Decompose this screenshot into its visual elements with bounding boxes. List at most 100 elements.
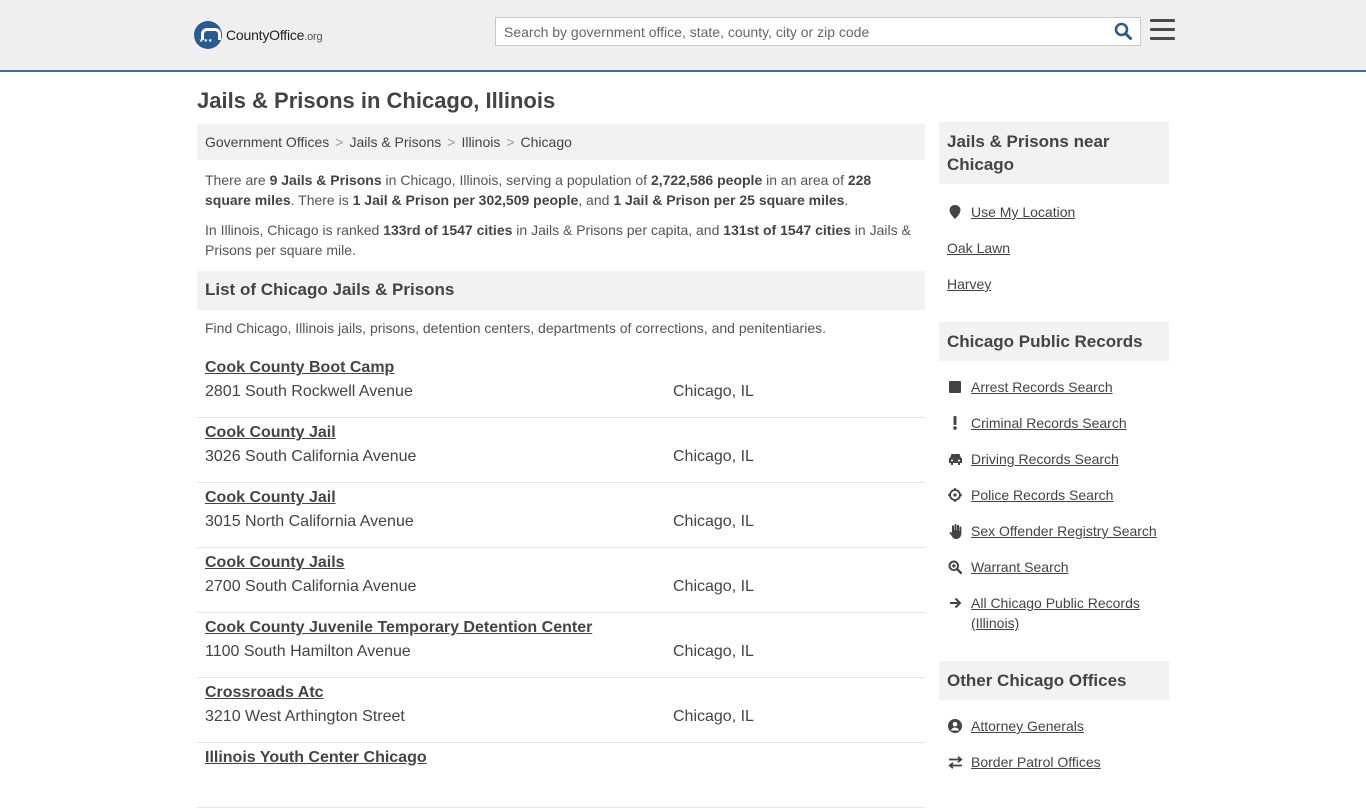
breadcrumb-separator-icon: >	[447, 134, 456, 150]
intro-text-run: in an area of	[762, 172, 848, 188]
search-icon	[1114, 22, 1132, 40]
search-button[interactable]	[1106, 18, 1140, 45]
intro-text-run: There are	[205, 172, 270, 188]
intro-stat: 1 Jail & Prison per 25 square miles	[613, 192, 845, 208]
hamburger-menu-icon[interactable]	[1150, 19, 1175, 42]
intro-paragraph-population: There are 9 Jails & Prisons in Chicago, …	[205, 170, 917, 210]
other-offices-heading: Other Chicago Offices	[939, 661, 1169, 700]
search-input[interactable]	[496, 18, 1106, 45]
listing-city: Chicago, IL	[673, 513, 754, 530]
list-heading: List of Chicago Jails & Prisons	[197, 271, 925, 310]
listing-address: 2700 South California Avenue	[205, 578, 417, 595]
listing-name-link[interactable]: Cook County Jail	[205, 424, 917, 442]
listing-row: Cook County Jails 2700 South California A…	[197, 548, 925, 613]
intro-stat: 9 Jails & Prisons	[269, 172, 382, 188]
listing-city: Chicago, IL	[673, 383, 754, 400]
sidebar-link[interactable]: Arrest Records Search	[971, 377, 1113, 397]
listing-row: Cook County Jail 3026 South California Av…	[197, 418, 925, 483]
intro-text-run: , and	[578, 192, 614, 208]
sidebar-link[interactable]: Police Records Search	[971, 485, 1113, 505]
sidebar-link[interactable]: Border Patrol Offices	[971, 752, 1101, 772]
breadcrumb-separator-icon: >	[506, 134, 515, 150]
sidebar-link-item: Driving Records Search	[939, 449, 1169, 469]
intro-text-run: .	[844, 192, 849, 208]
listing-address: 3015 North California Avenue	[205, 513, 414, 530]
breadcrumb-jails-prisons[interactable]: Jails & Prisons	[349, 134, 441, 150]
intro-text-run: In Illinois, Chicago is ranked	[205, 222, 384, 238]
listing-name-link[interactable]: Illinois Youth Center Chicago	[205, 749, 917, 767]
intro-text-run: in Jails & Prisons per capita, and	[512, 222, 724, 238]
user-icon	[947, 718, 963, 734]
breadcrumb-chicago[interactable]: Chicago	[521, 134, 572, 150]
sidebar-link[interactable]: Sex Offender Registry Search	[971, 521, 1157, 541]
site-logo[interactable]: CountyOffice.org	[194, 20, 323, 50]
sidebar-link-item: Warrant Search	[939, 557, 1169, 577]
listing-city: Chicago, IL	[673, 643, 754, 660]
search-bar	[495, 17, 1141, 46]
listing-name-link[interactable]: Cook County Boot Camp	[205, 359, 917, 377]
listing-row: Cook County Juvenile Temporary Detention…	[197, 613, 925, 678]
crosshair-icon	[947, 487, 963, 503]
intro-stat: 131st of 1547 cities	[723, 222, 851, 238]
breadcrumb-separator-icon: >	[335, 134, 344, 150]
public-records-heading: Chicago Public Records	[939, 322, 1169, 361]
sidebar-link-item: Sex Offender Registry Search	[939, 521, 1169, 541]
listing-name-link[interactable]: Cook County Jail	[205, 489, 917, 507]
sidebar-link[interactable]: Attorney Generals	[971, 716, 1084, 736]
square-icon	[947, 379, 963, 395]
intro-stat: 2,722,586 people	[650, 172, 763, 188]
use-my-location-link[interactable]: Use My Location	[971, 202, 1075, 222]
arrow-right-icon	[947, 595, 963, 611]
listing-city: Chicago, IL	[673, 578, 754, 595]
nearby-city-oak-lawn[interactable]: Oak Lawn	[947, 238, 1010, 258]
sidebar-link[interactable]: Warrant Search	[971, 557, 1069, 577]
sidebar-link[interactable]: All Chicago Public Records (Illinois)	[971, 593, 1169, 633]
site-header: CountyOffice.org	[0, 0, 1366, 72]
map-pin-icon	[947, 204, 963, 220]
listing-row: Cook County Jail 3015 North California Av…	[197, 483, 925, 548]
listing-address: 2801 South Rockwell Avenue	[205, 383, 413, 400]
sidebar-link-item: Attorney Generals	[939, 716, 1169, 736]
listing-city: Chicago, IL	[673, 448, 754, 465]
other-offices-list: Attorney Generals Border Patrol Offices	[939, 716, 1169, 772]
sidebar-link-item: Border Patrol Offices	[939, 752, 1169, 772]
intro-stat: 133rd of 1547 cities	[383, 222, 513, 238]
listing-row: Cook County Boot Camp 2801 South Rockwell…	[197, 353, 925, 418]
nearby-city-item: Harvey	[939, 274, 1169, 294]
hand-icon	[947, 523, 963, 539]
magnify-icon	[947, 559, 963, 575]
listing-address: 1100 South Hamilton Avenue	[205, 643, 411, 660]
logo-text: CountyOffice.org	[226, 27, 323, 43]
page-title: Jails & Prisons in Chicago, Illinois	[197, 88, 556, 113]
logo-badge-icon	[194, 21, 222, 49]
sidebar: Jails & Prisons near Chicago Use My Loca…	[939, 122, 1169, 772]
listing-row: Illinois Youth Center Chicago	[197, 743, 925, 808]
use-my-location-item: Use My Location	[939, 202, 1169, 222]
intro-text: There are 9 Jails & Prisons in Chicago, …	[197, 160, 925, 260]
listing-address: 3026 South California Avenue	[205, 448, 417, 465]
intro-stat: 1 Jail & Prison per 302,509 people	[352, 192, 579, 208]
listing-row: Crossroads Atc 3210 West Arthington Stree…	[197, 678, 925, 743]
listing-address: 3210 West Arthington Street	[205, 708, 405, 725]
listings: Cook County Boot Camp 2801 South Rockwell…	[197, 353, 925, 808]
nearby-heading: Jails & Prisons near Chicago	[939, 122, 1169, 184]
listing-name-link[interactable]: Cook County Jails	[205, 554, 917, 572]
sidebar-link-item: All Chicago Public Records (Illinois)	[939, 593, 1169, 633]
sidebar-link[interactable]: Driving Records Search	[971, 449, 1119, 469]
listing-city: Chicago, IL	[673, 708, 754, 725]
sidebar-link-item: Criminal Records Search	[939, 413, 1169, 433]
nearby-city-item: Oak Lawn	[939, 238, 1169, 258]
car-icon	[947, 451, 963, 467]
nearby-city-harvey[interactable]: Harvey	[947, 274, 991, 294]
exclamation-icon	[947, 415, 963, 431]
list-description: Find Chicago, Illinois jails, prisons, d…	[205, 320, 826, 336]
intro-text-run: in Chicago, Illinois, serving a populati…	[381, 172, 651, 188]
breadcrumb-illinois[interactable]: Illinois	[461, 134, 500, 150]
listing-name-link[interactable]: Cook County Juvenile Temporary Detention…	[205, 619, 917, 637]
listing-name-link[interactable]: Crossroads Atc	[205, 684, 917, 702]
intro-text-run: . There is	[290, 192, 353, 208]
main-content: Government Offices > Jails & Prisons > Illin…	[197, 124, 925, 808]
breadcrumb-government-offices[interactable]: Government Offices	[205, 134, 329, 150]
sidebar-link-item: Police Records Search	[939, 485, 1169, 505]
sidebar-link[interactable]: Criminal Records Search	[971, 413, 1127, 433]
